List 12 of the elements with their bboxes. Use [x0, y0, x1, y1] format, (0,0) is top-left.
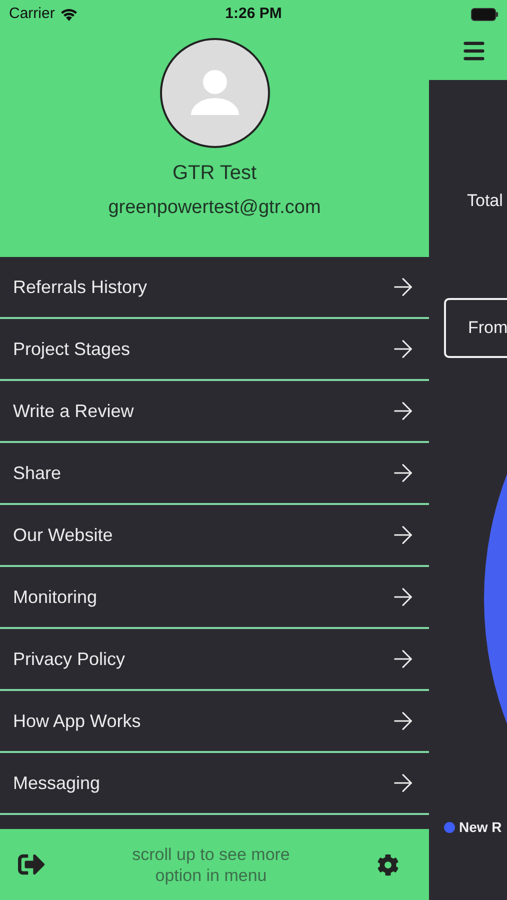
clock-time: 1:26 PM: [225, 4, 282, 24]
profile-name: GTR Test: [172, 161, 257, 186]
settings-icon[interactable]: [377, 854, 399, 876]
total-label: Total: [466, 190, 504, 212]
scroll-hint: scroll up to see more option in menu: [131, 844, 291, 886]
wifi-icon: [60, 8, 78, 20]
carrier-label: Carrier: [9, 4, 55, 24]
from-button[interactable]: From: [444, 298, 507, 358]
profile-email: greenpowertest@gtr.com: [108, 196, 321, 220]
battery-icon: [471, 8, 498, 20]
legend-label: New R: [459, 818, 502, 836]
person-icon: [190, 69, 238, 117]
